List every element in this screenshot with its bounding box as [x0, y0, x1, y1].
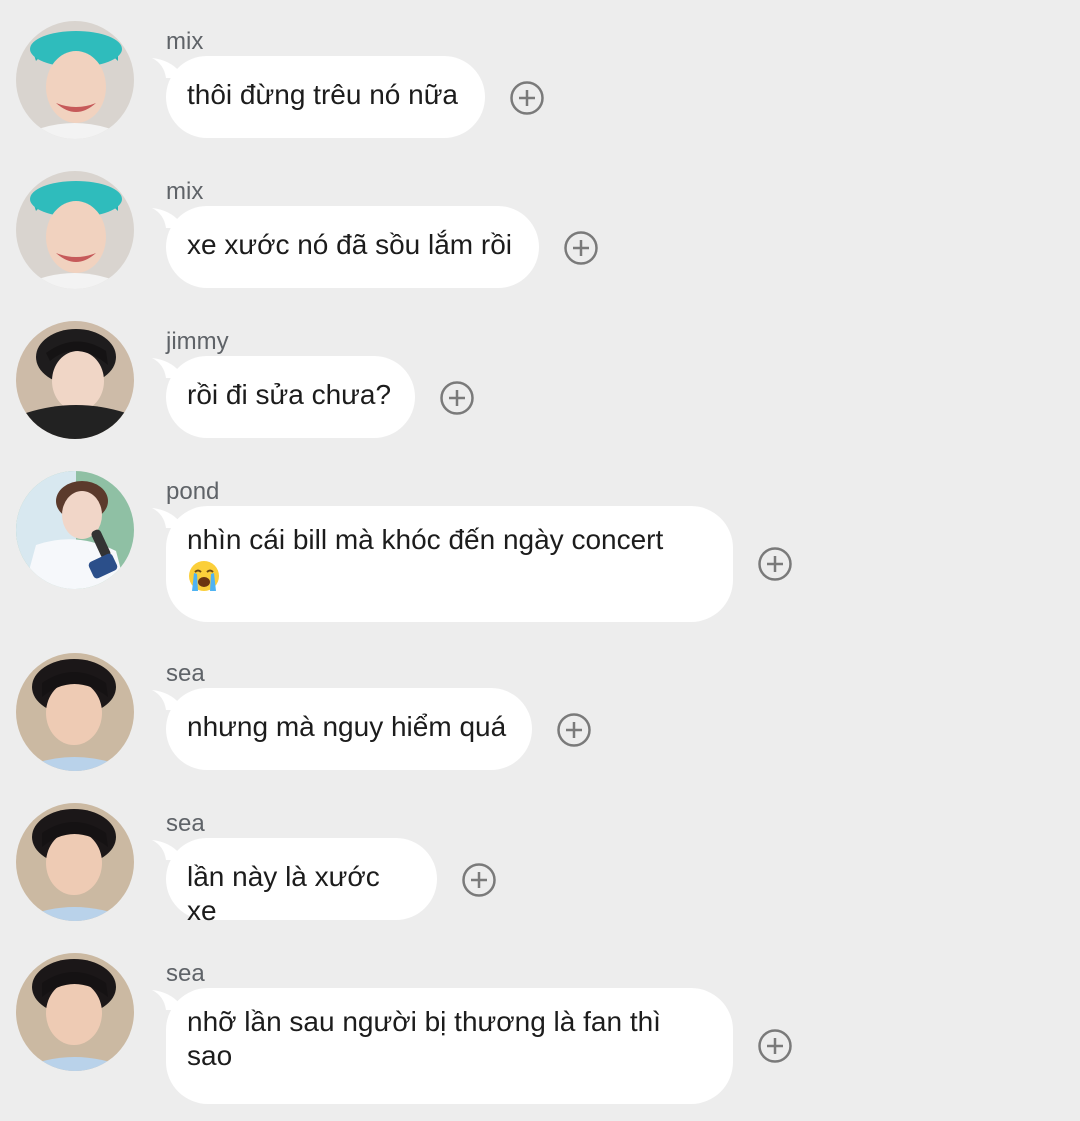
message-text: lần này là xước xe — [187, 861, 380, 926]
add-reaction-icon[interactable] — [563, 230, 599, 266]
avatar-sea[interactable] — [16, 953, 134, 1071]
sender-name: pond — [166, 478, 220, 505]
message-text: rồi đi sửa chưa? — [187, 379, 392, 410]
add-reaction-icon[interactable] — [556, 712, 592, 748]
add-reaction-icon[interactable] — [757, 546, 793, 582]
sender-name: jimmy — [166, 328, 229, 355]
avatar-jimmy[interactable] — [16, 321, 134, 439]
add-reaction-icon[interactable] — [461, 862, 497, 898]
loudly-crying-face-icon — [189, 560, 219, 591]
avatar-sea[interactable] — [16, 653, 134, 771]
message-text: xe xước nó đã sồu lắm rồi — [187, 229, 513, 260]
sender-name: mix — [166, 178, 204, 205]
sender-name: sea — [166, 660, 205, 687]
message-bubble[interactable]: rồi đi sửa chưa? — [166, 356, 415, 438]
message-text: thôi đừng trêu nó nữa — [187, 79, 459, 110]
message-bubble[interactable]: nhìn cái bill mà khóc đến ngày concert — [166, 506, 733, 622]
message-text: nhỡ lần sau người bị thương là fan thì s… — [187, 1006, 661, 1071]
add-reaction-icon[interactable] — [757, 1028, 793, 1064]
avatar-mix[interactable] — [16, 21, 134, 139]
avatar-sea[interactable] — [16, 803, 134, 921]
message-bubble[interactable]: lần này là xước xe — [166, 838, 437, 926]
message-bubble[interactable]: nhỡ lần sau người bị thương là fan thì s… — [166, 988, 733, 1104]
message-text: nhìn cái bill mà khóc đến ngày concert — [187, 524, 664, 555]
message-text: nhưng mà nguy hiểm quá — [187, 711, 507, 742]
sender-name: sea — [166, 810, 205, 837]
sender-name: mix — [166, 28, 204, 55]
add-reaction-icon[interactable] — [439, 380, 475, 416]
add-reaction-icon[interactable] — [509, 80, 545, 116]
message-bubble[interactable]: thôi đừng trêu nó nữa — [166, 56, 485, 138]
message-bubble[interactable]: xe xước nó đã sồu lắm rồi — [166, 206, 539, 288]
sender-name: sea — [166, 960, 205, 987]
avatar-mix[interactable] — [16, 171, 134, 289]
message-bubble[interactable]: nhưng mà nguy hiểm quá — [166, 688, 532, 770]
avatar-pond[interactable] — [16, 471, 134, 589]
